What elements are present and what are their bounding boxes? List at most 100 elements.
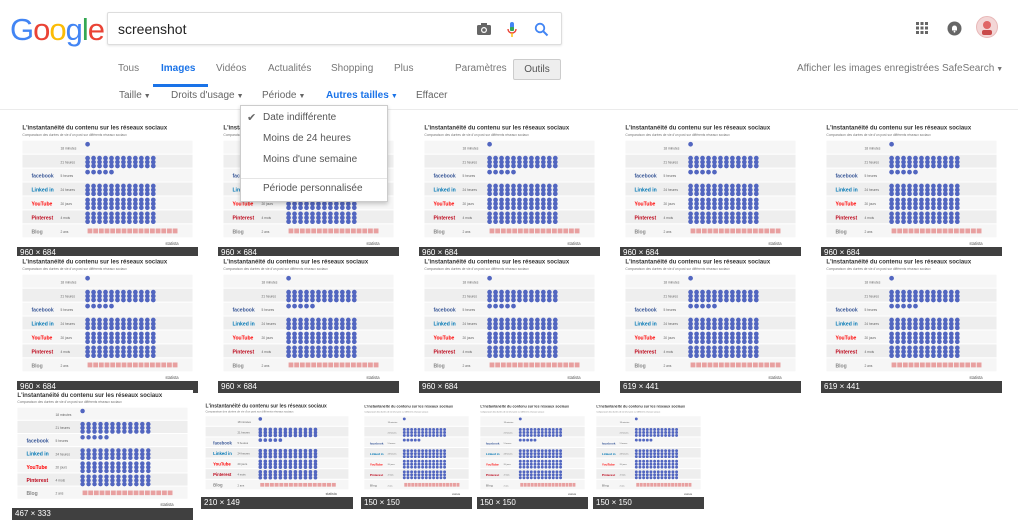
image-result[interactable]: L'instantanéité du contenu sur les résea… [821,256,1002,393]
other-sizes-filter[interactable]: Autres tailles ▼ [326,90,398,101]
notifications-icon[interactable] [946,20,962,36]
period-dropdown: ✔ Date indifférente Moins de 24 heures M… [240,105,388,202]
duration-dot [638,455,642,459]
duration-dot [675,428,679,431]
duration-dot [97,163,102,169]
duration-dot [649,459,653,463]
size-filter[interactable]: Taille ▼ [119,90,151,101]
clear-filters-button[interactable]: Effacer [416,90,448,101]
image-result[interactable]: L'instantanéité du contenu sur les résea… [477,402,588,509]
duration-dot [273,454,278,459]
duration-dot [413,452,417,456]
duration-label: 18 minutes [60,146,76,150]
period-option-custom[interactable]: Période personnalisée [241,179,387,199]
duration-dot [642,449,646,453]
duration-block [150,490,156,496]
duration-dot [406,476,410,480]
image-result[interactable]: L'instantanéité du contenu sur les résea… [12,390,193,520]
duration-block [404,482,408,487]
network-label: Pinterest [433,215,455,221]
thumb-title: L'instantanéité du contenu sur les résea… [826,260,971,266]
duration-dot [645,433,649,437]
duration-block [138,362,144,368]
network-label: facebook [433,174,455,180]
network-label: Blog [370,484,377,488]
tab-shopping[interactable]: Shopping [331,63,373,74]
duration-dot [724,219,729,225]
image-result[interactable]: L'instantanéité du contenu sur les résea… [17,122,198,259]
logo-letter: g [65,12,83,47]
duration-dot [664,449,668,453]
apps-grid-icon[interactable] [915,21,929,35]
period-filter[interactable]: Période ▼ [262,90,305,101]
duration-dot [753,191,759,197]
duration-dot [546,353,552,359]
duration-dot [410,431,414,434]
duration-dot [518,455,522,459]
tools-button[interactable]: Outils [513,59,561,80]
duration-dot [736,191,741,197]
duration-dot [548,452,552,456]
duration-block [110,228,116,234]
microphone-icon[interactable] [504,20,520,38]
image-result[interactable]: L'instantanéité du contenu sur les résea… [419,122,600,259]
tab-more[interactable]: Plus [394,63,413,74]
duration-dot [493,325,498,331]
image-result[interactable]: L'instantanéité du contenu sur les résea… [201,402,353,509]
saved-images-link[interactable]: Afficher les images enregistrées [797,63,939,74]
search-icon[interactable] [532,20,550,38]
tab-news[interactable]: Actualités [268,63,311,74]
duration-dot [406,433,410,437]
duration-dot [493,219,498,225]
duration-dot [133,205,138,211]
duration-dot [540,462,544,466]
duration-dot [424,473,428,477]
google-logo[interactable]: Google [10,12,105,48]
duration-block [373,362,379,368]
duration-dot [286,353,291,359]
tab-videos[interactable]: Vidéos [216,63,246,74]
tab-settings[interactable]: Paramètres [455,63,507,74]
thumb-row [17,407,188,420]
network-label: Linked in [31,188,53,194]
search-input[interactable] [118,19,458,39]
image-result[interactable]: L'instantanéité du contenu sur les résea… [620,122,801,259]
duration-dot [730,163,735,169]
tab-all[interactable]: Tous [118,63,139,74]
image-result[interactable]: L'instantanéité du contenu sur les résea… [419,256,600,393]
image-result[interactable]: L'instantanéité du contenu sur les résea… [620,256,801,393]
duration-dot [675,465,679,469]
duration-dot [523,339,528,345]
duration-dot [533,433,537,437]
duration-block [333,228,339,234]
usage-rights-filter[interactable]: Droits d'usage ▼ [171,90,244,101]
duration-label: 20 jours [462,336,474,340]
duration-dot [523,297,528,303]
thumb-row [826,140,997,154]
avatar[interactable] [976,16,998,38]
duration-dot [328,353,333,359]
network-label: Linked in [433,322,455,328]
image-result[interactable]: L'instantanéité du contenu sur les résea… [593,402,704,509]
duration-label: 5 heures [663,174,676,178]
image-result[interactable]: L'instantanéité du contenu sur les résea… [821,122,1002,259]
duration-block [724,228,730,234]
duration-dot [428,455,432,459]
period-option-day[interactable]: Moins de 24 heures [241,129,387,149]
duration-dot [544,449,548,453]
period-option-week[interactable]: Moins d'une semaine [241,150,387,170]
image-result[interactable]: L'instantanéité du contenu sur les résea… [218,256,399,393]
image-result[interactable]: L'instantanéité du contenu sur les résea… [361,402,472,509]
duration-dot [544,473,548,477]
duration-dot [493,163,498,169]
camera-icon[interactable] [475,20,493,38]
duration-dot [907,169,912,175]
duration-dot [700,219,705,225]
image-result[interactable]: L'instantanéité du contenu sur les résea… [17,256,198,393]
period-option-any[interactable]: ✔ Date indifférente [241,108,387,128]
tab-images[interactable]: Images [161,63,195,74]
duration-label: 24 heures [261,322,276,326]
duration-dot [316,219,321,225]
duration-dot [121,163,126,169]
safesearch-button[interactable]: SafeSearch ▼ [942,63,1003,74]
